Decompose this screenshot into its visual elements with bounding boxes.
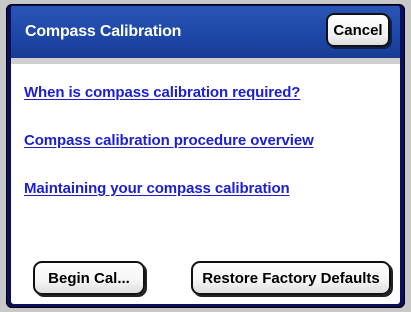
dialog-frame: Compass Calibration Cancel When is compa… [6, 4, 405, 308]
help-links-list: When is compass calibration required? Co… [24, 84, 384, 228]
title-bar: Compass Calibration Cancel [11, 6, 400, 58]
restore-factory-defaults-button[interactable]: Restore Factory Defaults [191, 261, 391, 295]
link-maintaining-calibration[interactable]: Maintaining your compass calibration [24, 180, 384, 197]
begin-cal-button[interactable]: Begin Cal... [33, 261, 145, 295]
title-separator [11, 58, 400, 64]
cancel-button[interactable]: Cancel [326, 13, 390, 47]
dialog-window: Compass Calibration Cancel When is compa… [11, 6, 400, 304]
link-when-required[interactable]: When is compass calibration required? [24, 84, 384, 101]
link-procedure-overview[interactable]: Compass calibration procedure overview [24, 132, 384, 149]
dialog-title: Compass Calibration [25, 23, 182, 40]
